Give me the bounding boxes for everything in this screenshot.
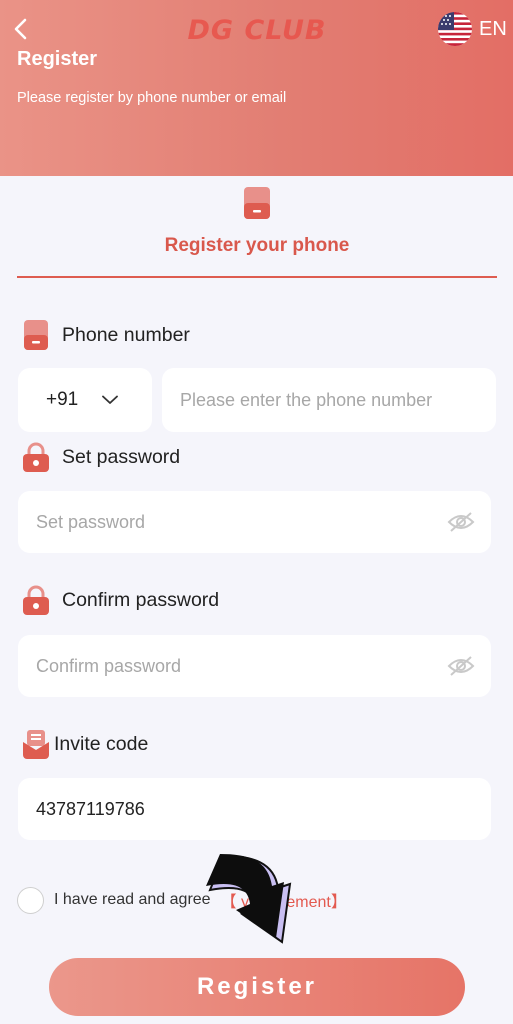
phone-label-text: Phone number bbox=[62, 323, 190, 346]
password-input[interactable]: Set password bbox=[18, 491, 491, 553]
phone-icon bbox=[24, 320, 48, 350]
header-banner: DG CLUB EN Register Please register by p… bbox=[0, 0, 513, 176]
chevron-left-icon bbox=[14, 18, 27, 40]
invite-code-input[interactable]: 43787119786 bbox=[18, 778, 491, 840]
phone-input[interactable]: Please enter the phone number bbox=[162, 368, 496, 432]
register-button[interactable]: Register bbox=[49, 958, 465, 1016]
confirm-password-label: Confirm password bbox=[22, 583, 219, 617]
eye-off-icon[interactable] bbox=[447, 655, 475, 677]
language-label: EN bbox=[479, 17, 507, 40]
confirm-password-label-text: Confirm password bbox=[62, 588, 220, 611]
phone-label: Phone number bbox=[22, 318, 190, 352]
eye-off-icon[interactable] bbox=[447, 511, 475, 533]
lock-icon bbox=[23, 442, 49, 472]
invite-code-label: Invite code bbox=[22, 727, 148, 761]
country-code-value: +91 bbox=[46, 389, 79, 410]
password-label-text: Set password bbox=[62, 445, 181, 468]
us-flag-icon bbox=[438, 12, 472, 46]
phone-icon bbox=[244, 187, 270, 219]
curved-arrow-cursor-icon bbox=[206, 854, 292, 944]
back-button[interactable] bbox=[8, 14, 32, 44]
app-logo: DG CLUB bbox=[187, 15, 327, 46]
invite-code-value: 43787119786 bbox=[36, 798, 145, 819]
invite-code-label-text: Invite code bbox=[54, 732, 149, 755]
password-input-placeholder: Set password bbox=[36, 511, 146, 532]
page-subtitle: Please register by phone number or email bbox=[17, 90, 287, 106]
agree-checkbox[interactable] bbox=[17, 886, 44, 914]
confirm-password-placeholder: Confirm password bbox=[36, 655, 182, 676]
tab-label: Register your phone bbox=[164, 235, 350, 256]
confirm-password-input[interactable]: Confirm password bbox=[18, 635, 491, 697]
phone-input-placeholder: Please enter the phone number bbox=[180, 389, 433, 410]
agree-text: I have read and agree bbox=[54, 891, 211, 908]
lock-icon bbox=[23, 585, 49, 615]
language-selector[interactable]: EN bbox=[438, 12, 507, 46]
password-label: Set password bbox=[22, 440, 180, 474]
page-title: Register bbox=[17, 48, 98, 70]
tab-register-phone[interactable]: Register your phone bbox=[17, 186, 497, 278]
invite-icon bbox=[23, 730, 49, 759]
agreement-row: I have read and agree 【 y Agreement】 bbox=[17, 886, 347, 914]
chevron-down-icon bbox=[102, 395, 119, 404]
country-code-select[interactable]: +91 bbox=[18, 368, 152, 432]
